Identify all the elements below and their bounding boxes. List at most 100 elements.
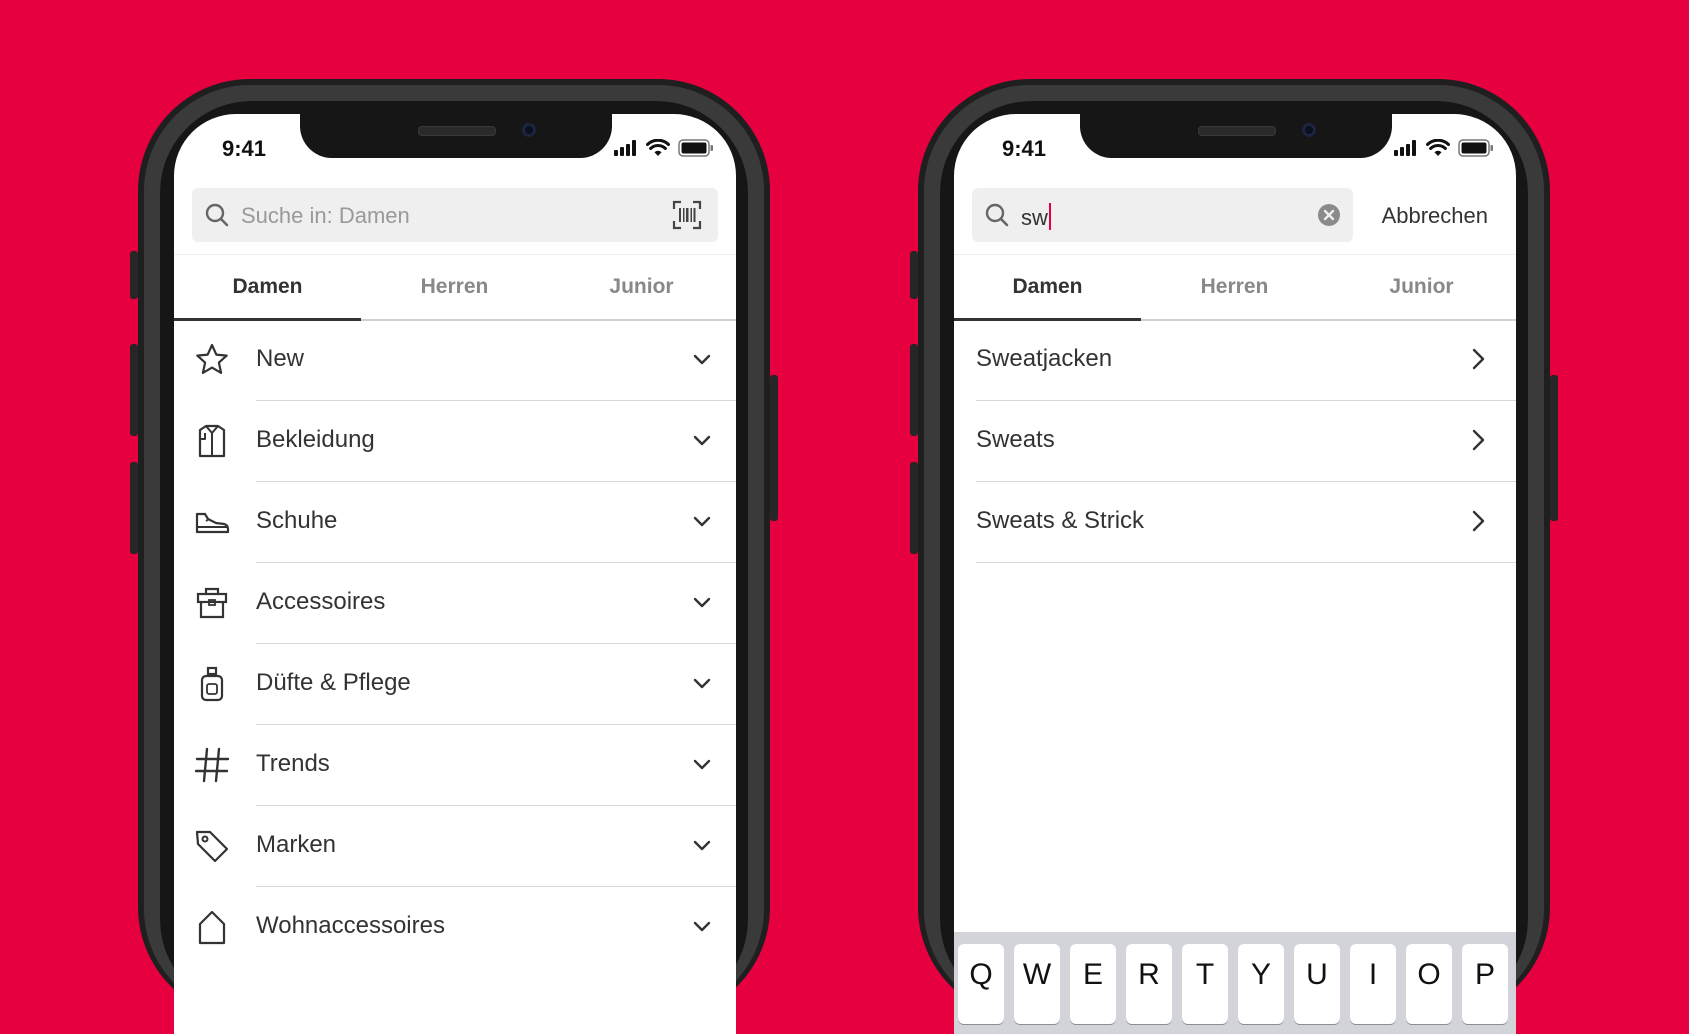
volume-up-button (910, 344, 918, 436)
keyboard: Q W E R T Y U I O P (954, 932, 1516, 1034)
category-label: Wohnaccessoires (256, 912, 445, 939)
bag-icon (196, 587, 228, 619)
chevron-right-icon (1472, 510, 1485, 532)
signal-icon (1394, 140, 1416, 156)
chevron-down-icon (693, 840, 711, 851)
search-placeholder: Suche in: Damen (241, 203, 410, 228)
sneaker-icon (195, 512, 230, 534)
chevron-down-icon (693, 435, 711, 446)
status-time: 9:41 (222, 136, 267, 161)
mute-switch (130, 251, 138, 299)
tab-damen[interactable]: Damen (174, 255, 361, 319)
category-row-accessoires[interactable]: Accessoires (174, 563, 736, 644)
signal-icon (614, 140, 636, 156)
key-w[interactable]: W (1014, 944, 1060, 1024)
key-t[interactable]: T (1182, 944, 1228, 1024)
mute-switch (910, 251, 918, 299)
category-label: Schuhe (256, 507, 338, 534)
key-u[interactable]: U (1294, 944, 1340, 1024)
side-button (770, 375, 778, 521)
suggestion-row[interactable]: Sweats (954, 401, 1516, 482)
key-y[interactable]: Y (1238, 944, 1284, 1024)
wifi-icon (646, 139, 670, 156)
chevron-down-icon (693, 759, 711, 770)
category-tabs: Damen Herren Junior (174, 254, 736, 321)
category-label: Düfte & Pflege (256, 669, 411, 696)
hashtag-icon (194, 747, 230, 783)
search-value: sw (1021, 203, 1051, 231)
key-q[interactable]: Q (958, 944, 1004, 1024)
text-caret (1048, 203, 1051, 230)
key-e[interactable]: E (1070, 944, 1116, 1024)
chevron-down-icon (693, 597, 711, 608)
chevron-down-icon (693, 516, 711, 527)
phone-right: 9:41 sw Abbrechen Damen Herren Junior Sw… (910, 79, 1558, 1034)
volume-up-button (130, 344, 138, 436)
suggestion-list: Sweatjacken Sweats Sweats & Strick (954, 320, 1516, 563)
category-row-marken[interactable]: Marken (174, 806, 736, 887)
chevron-right-icon (1472, 348, 1485, 370)
category-label: Accessoires (256, 588, 386, 615)
perfume-bottle-icon (200, 666, 224, 702)
battery-icon (678, 139, 713, 157)
category-label: Bekleidung (256, 426, 375, 453)
clear-icon[interactable] (1317, 203, 1341, 227)
screen: 9:41 Suche in: Damen Damen Herren Junior… (174, 114, 736, 1034)
search-icon (205, 203, 229, 227)
category-row-wohnaccessoires[interactable]: Wohnaccessoires (174, 887, 736, 968)
notch (300, 114, 612, 158)
suggestion-label: Sweats & Strick (976, 507, 1145, 534)
volume-down-button (910, 462, 918, 554)
category-row-schuhe[interactable]: Schuhe (174, 482, 736, 563)
chevron-right-icon (1472, 429, 1485, 451)
front-camera (522, 123, 536, 137)
front-camera (1302, 123, 1316, 137)
notch (1080, 114, 1392, 158)
category-row-duefte[interactable]: Düfte & Pflege (174, 644, 736, 725)
chevron-down-icon (693, 921, 711, 932)
key-o[interactable]: O (1406, 944, 1452, 1024)
search-input[interactable]: sw (972, 188, 1353, 242)
search-input[interactable]: Suche in: Damen (192, 188, 718, 242)
status-icons (1394, 138, 1494, 158)
key-i[interactable]: I (1350, 944, 1396, 1024)
suggestion-label: Sweats (976, 426, 1055, 453)
chevron-down-icon (693, 678, 711, 689)
category-tabs: Damen Herren Junior (954, 254, 1516, 321)
cancel-button[interactable]: Abbrechen (1382, 203, 1488, 229)
key-r[interactable]: R (1126, 944, 1172, 1024)
shirt-icon (198, 424, 226, 458)
key-p[interactable]: P (1462, 944, 1508, 1024)
tag-icon (195, 830, 229, 863)
star-icon (196, 343, 228, 374)
category-label: Trends (256, 750, 330, 777)
status-icons (614, 138, 714, 158)
volume-down-button (130, 462, 138, 554)
suggestion-row[interactable]: Sweats & Strick (954, 482, 1516, 563)
tab-herren[interactable]: Herren (361, 255, 548, 319)
tab-junior[interactable]: Junior (1328, 255, 1515, 319)
screen: 9:41 sw Abbrechen Damen Herren Junior Sw… (954, 114, 1516, 1034)
battery-icon (1458, 139, 1493, 157)
chevron-down-icon (693, 354, 711, 365)
tab-herren[interactable]: Herren (1141, 255, 1328, 319)
phone-left: 9:41 Suche in: Damen Damen Herren Junior… (130, 79, 778, 1034)
search-icon (985, 203, 1009, 227)
category-label: Marken (256, 831, 337, 858)
tab-junior[interactable]: Junior (548, 255, 735, 319)
category-row-new[interactable]: New (174, 320, 736, 401)
barcode-scan-icon[interactable] (672, 200, 702, 230)
category-label: New (256, 345, 305, 372)
status-time: 9:41 (1002, 136, 1047, 161)
category-row-trends[interactable]: Trends (174, 725, 736, 806)
suggestion-label: Sweatjacken (976, 345, 1113, 372)
speaker (418, 126, 496, 136)
tab-damen[interactable]: Damen (954, 255, 1141, 319)
speaker (1198, 126, 1276, 136)
side-button (1550, 375, 1558, 521)
category-list: New Bekleidung Schuhe Accessoires Düfte … (174, 320, 736, 968)
wifi-icon (1426, 139, 1450, 156)
house-icon (198, 910, 226, 945)
category-row-bekleidung[interactable]: Bekleidung (174, 401, 736, 482)
suggestion-row[interactable]: Sweatjacken (954, 320, 1516, 401)
